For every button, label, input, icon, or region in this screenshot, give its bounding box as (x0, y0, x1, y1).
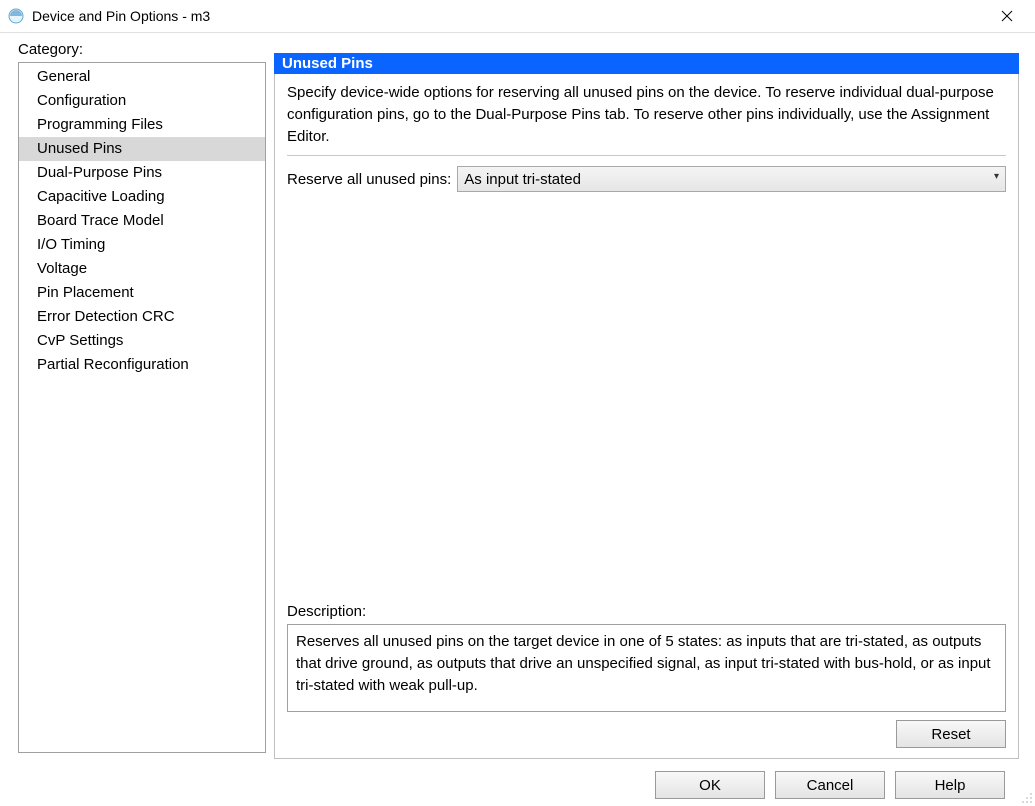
category-item[interactable]: Unused Pins (19, 137, 265, 161)
category-item[interactable]: Programming Files (19, 113, 265, 137)
reserve-label: Reserve all unused pins: (287, 171, 451, 188)
resize-grip-icon[interactable] (1021, 792, 1033, 804)
titlebar: Device and Pin Options - m3 (0, 0, 1035, 33)
category-item[interactable]: Dual-Purpose Pins (19, 161, 265, 185)
category-item[interactable]: Pin Placement (19, 281, 265, 305)
dialog-buttons: OK Cancel Help (0, 759, 1035, 799)
panel-body: Specify device-wide options for reservin… (274, 74, 1019, 759)
category-list[interactable]: GeneralConfigurationProgramming FilesUnu… (18, 62, 266, 753)
category-label: Category: (18, 33, 266, 62)
reset-button[interactable]: Reset (896, 720, 1006, 748)
help-button[interactable]: Help (895, 771, 1005, 799)
chevron-down-icon: ▾ (994, 171, 999, 182)
reserve-dropdown[interactable]: As input tri-stated ▾ (457, 166, 1006, 192)
description-label: Description: (287, 595, 1006, 624)
category-item[interactable]: Capacitive Loading (19, 185, 265, 209)
close-button[interactable] (987, 2, 1027, 30)
category-item[interactable]: Partial Reconfiguration (19, 353, 265, 377)
window-title: Device and Pin Options - m3 (32, 8, 987, 24)
category-item[interactable]: Configuration (19, 89, 265, 113)
ok-button[interactable]: OK (655, 771, 765, 799)
category-item[interactable]: General (19, 65, 265, 89)
panel-intro-text: Specify device-wide options for reservin… (287, 82, 1006, 155)
category-item[interactable]: Voltage (19, 257, 265, 281)
reserve-dropdown-value: As input tri-stated (464, 171, 581, 188)
cancel-button[interactable]: Cancel (775, 771, 885, 799)
app-icon (8, 8, 24, 24)
divider (287, 155, 1006, 156)
category-item[interactable]: I/O Timing (19, 233, 265, 257)
category-item[interactable]: Error Detection CRC (19, 305, 265, 329)
category-item[interactable]: CvP Settings (19, 329, 265, 353)
description-box: Reserves all unused pins on the target d… (287, 624, 1006, 712)
category-item[interactable]: Board Trace Model (19, 209, 265, 233)
panel-title: Unused Pins (274, 53, 1019, 74)
